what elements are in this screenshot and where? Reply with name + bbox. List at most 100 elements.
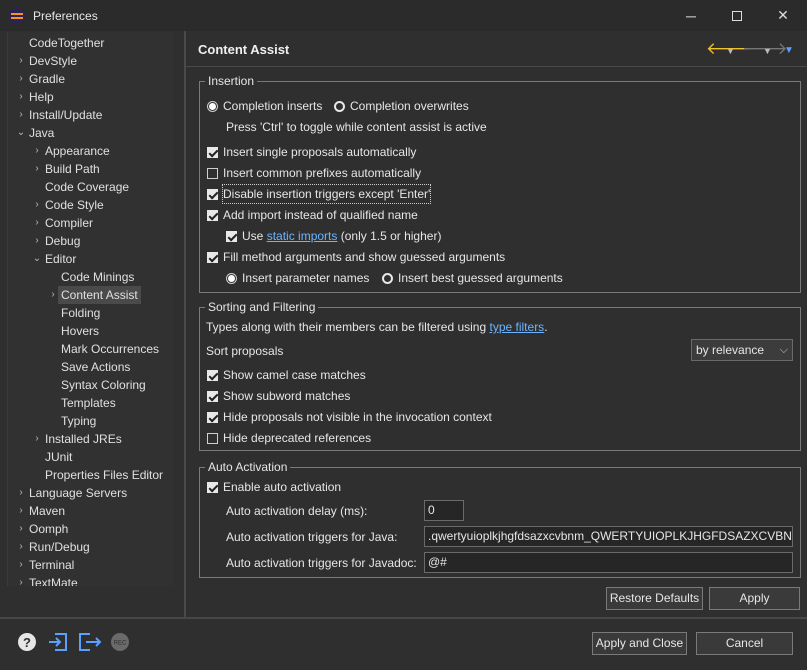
preferences-tree[interactable]: CodeTogether › DevStyle › Gradle › Help › Instal… (7, 32, 173, 586)
tree-item-label: Oomph (29, 522, 69, 536)
minimize-button[interactable]: ─ (668, 0, 714, 31)
cancel-button[interactable]: Cancel (696, 632, 793, 655)
tree-item-label: Mark Occurrences (61, 342, 160, 356)
group-title: Auto Activation (205, 460, 291, 474)
restore-defaults-button[interactable]: Restore Defaults (606, 587, 703, 610)
checkbox-icon (207, 432, 218, 444)
completion-overwrites-radio[interactable]: Completion overwrites (334, 97, 469, 115)
maximize-button[interactable] (714, 0, 760, 31)
apply-and-close-button[interactable]: Apply and Close (592, 632, 687, 655)
hide-deprecated-checkbox[interactable]: Hide deprecated references (207, 429, 371, 447)
chevron-right-icon[interactable]: › (32, 214, 42, 232)
view-menu-icon[interactable]: ▼ (784, 45, 794, 56)
checkbox-icon (207, 481, 218, 493)
type-filters-text: Types along with their members can be fi… (206, 318, 548, 336)
radio-icon (334, 100, 345, 112)
delay-input[interactable]: 0 (424, 500, 464, 521)
chevron-right-icon[interactable]: › (16, 88, 26, 106)
title-bar: Preferences ─ ✕ (0, 0, 807, 31)
common-prefixes-checkbox[interactable]: Insert common prefixes automatically (207, 164, 421, 182)
tree-scrollbar[interactable] (173, 32, 183, 586)
record-icon[interactable]: REC (110, 632, 130, 652)
chevron-right-icon[interactable]: › (16, 574, 26, 586)
javadoc-triggers-input[interactable]: @# (424, 552, 793, 573)
add-import-checkbox[interactable]: Add import instead of qualified name (207, 206, 418, 224)
back-menu-icon[interactable]: ▼ (726, 46, 735, 56)
hide-invisible-checkbox[interactable]: Hide proposals not visible in the invoca… (207, 408, 492, 426)
checkbox-icon (207, 188, 218, 200)
checkbox-icon (207, 251, 218, 263)
help-icon[interactable]: ? (17, 632, 37, 652)
chevron-right-icon[interactable]: › (16, 70, 26, 88)
tree-item-label: Editor (45, 252, 77, 266)
chevron-right-icon[interactable]: › (32, 430, 42, 448)
chevron-down-icon[interactable]: ⌄ (32, 250, 42, 268)
tree-item-label: Terminal (29, 558, 75, 572)
tree-item-label: Save Actions (61, 360, 131, 374)
import-icon[interactable] (48, 632, 68, 652)
close-button[interactable]: ✕ (760, 0, 806, 31)
tree-item-label: Code Style (45, 198, 104, 212)
chevron-right-icon[interactable]: › (48, 286, 58, 304)
window-title: Preferences (33, 8, 98, 23)
toggle-hint: Press 'Ctrl' to toggle while content ass… (226, 120, 487, 134)
tree-item-label: Compiler (45, 216, 94, 230)
best-guessed-radio[interactable]: Insert best guessed arguments (382, 269, 563, 287)
chevron-right-icon[interactable]: › (32, 232, 42, 250)
chevron-down-icon[interactable]: ⌄ (16, 124, 26, 142)
static-imports-link[interactable]: static imports (267, 227, 338, 245)
tree-item-label: Syntax Coloring (61, 378, 146, 392)
page-header: Content Assist 🡐 ▼ 🡒 ▼ ▼ (186, 31, 807, 67)
disable-triggers-checkbox[interactable]: Disable insertion triggers except 'Enter… (207, 184, 432, 204)
chevron-down-icon: ⌵ (779, 344, 788, 356)
enable-auto-checkbox[interactable]: Enable auto activation (207, 478, 341, 496)
svg-text:?: ? (23, 635, 31, 650)
chevron-right-icon[interactable]: › (16, 538, 26, 556)
tree-item-label: Maven (29, 504, 66, 518)
tree-item-label: Code Minings (61, 270, 135, 284)
chevron-right-icon[interactable]: › (32, 142, 42, 160)
single-proposals-checkbox[interactable]: Insert single proposals automatically (207, 143, 416, 161)
checkbox-icon (207, 167, 218, 179)
sort-proposals-label: Sort proposals (206, 344, 284, 358)
tree-item-label: TextMate (29, 576, 78, 586)
completion-inserts-radio[interactable]: Completion inserts (207, 97, 322, 115)
chevron-right-icon[interactable]: › (16, 52, 26, 70)
checkbox-icon (207, 411, 218, 423)
chevron-right-icon[interactable]: › (16, 106, 26, 124)
param-names-radio[interactable]: Insert parameter names (226, 269, 369, 287)
tree-item-label: Run/Debug (29, 540, 90, 554)
chevron-right-icon[interactable]: › (16, 484, 26, 502)
export-icon[interactable] (78, 632, 102, 652)
camel-case-checkbox[interactable]: Show camel case matches (207, 366, 366, 384)
tree-item-label: Typing (61, 414, 97, 428)
group-title: Insertion (205, 74, 258, 88)
radio-icon (382, 272, 393, 284)
maximize-icon (732, 10, 742, 21)
tree-item-label: Help (29, 90, 54, 104)
chevron-right-icon[interactable]: › (16, 520, 26, 538)
static-imports-checkbox[interactable]: Use static imports (only 1.5 or higher) (226, 227, 441, 245)
chevron-right-icon[interactable]: › (16, 556, 26, 574)
subword-checkbox[interactable]: Show subword matches (207, 387, 350, 405)
tree-item-label: Hovers (61, 324, 100, 338)
chevron-right-icon[interactable]: › (32, 160, 42, 178)
type-filters-link[interactable]: type filters (490, 318, 545, 336)
chevron-right-icon[interactable]: › (32, 196, 42, 214)
tree-item-label: Templates (61, 396, 116, 410)
tree-item-label: Folding (61, 306, 101, 320)
javadoc-triggers-label: Auto activation triggers for Javadoc: (226, 556, 417, 570)
checkbox-icon (207, 209, 218, 221)
delay-label: Auto activation delay (ms): (226, 504, 368, 518)
sash-divider[interactable] (184, 31, 186, 617)
apply-button[interactable]: Apply (709, 587, 800, 610)
forward-menu-icon[interactable]: ▼ (763, 46, 772, 56)
chevron-right-icon[interactable]: › (16, 502, 26, 520)
tree-item-label: Properties Files Editor (45, 468, 164, 482)
sort-proposals-select[interactable]: by relevance ⌵ (691, 339, 793, 361)
checkbox-icon (226, 230, 237, 242)
fill-method-checkbox[interactable]: Fill method arguments and show guessed a… (207, 248, 505, 266)
tree-item-label: JUnit (45, 450, 73, 464)
tree-item-label: Install/Update (29, 108, 103, 122)
java-triggers-input[interactable]: .qwertyuioplkjhgfdsazxcvbnm_QWERTYUIOPLK… (424, 526, 793, 547)
